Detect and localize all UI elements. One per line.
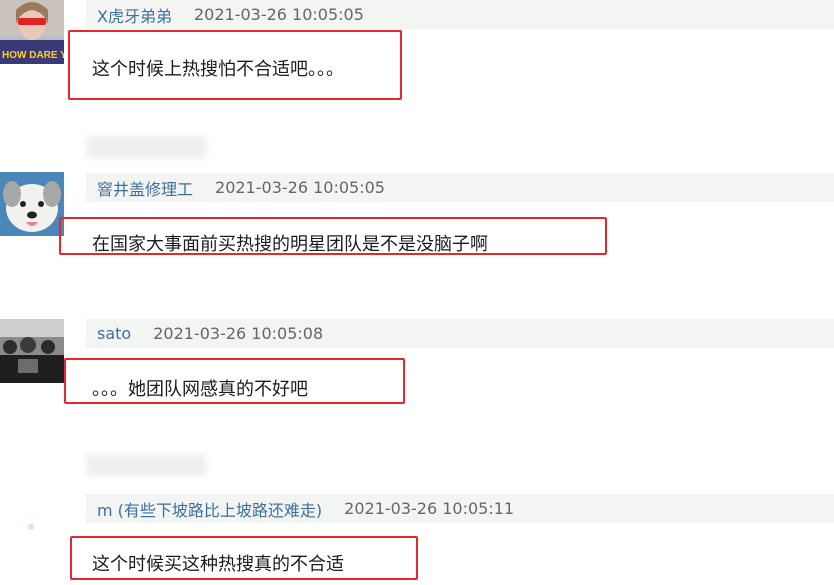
avatar[interactable] (0, 319, 64, 383)
username-link[interactable]: m (有些下坡路比上坡路还难走) (97, 497, 322, 521)
comment-timestamp: 2021-03-26 10:05:08 (153, 324, 324, 343)
comment-feed: HOW DARE Y X虎牙弟弟 2021-03-26 10:05:05 这个时… (0, 0, 834, 585)
comment-header: sato 2021-03-26 10:05:08 (86, 319, 834, 348)
blurred-username (86, 136, 206, 158)
comment-header: m (有些下坡路比上坡路还难走) 2021-03-26 10:05:11 (86, 494, 834, 523)
username-link[interactable]: sato (97, 324, 131, 343)
comment-timestamp: 2021-03-26 10:05:05 (193, 5, 364, 24)
avatar-dog-image (0, 172, 64, 236)
highlight-box (64, 358, 405, 404)
highlight-box (59, 217, 607, 255)
avatar-crowd-image (0, 319, 64, 383)
comment-header: X虎牙弟弟 2021-03-26 10:05:05 (86, 0, 834, 29)
avatar[interactable] (0, 493, 64, 557)
username-link[interactable]: X虎牙弟弟 (97, 3, 172, 27)
blurred-username (86, 454, 206, 476)
comment-timestamp: 2021-03-26 10:05:11 (344, 499, 515, 518)
avatar-caption: HOW DARE Y (2, 50, 64, 61)
highlight-box (68, 30, 402, 100)
avatar[interactable] (0, 172, 64, 236)
comment-header: 窨井盖修理工 2021-03-26 10:05:05 (86, 173, 834, 202)
username-link[interactable]: 窨井盖修理工 (97, 176, 193, 200)
avatar-blank-image (0, 493, 64, 557)
comment-timestamp: 2021-03-26 10:05:05 (215, 178, 385, 197)
highlight-box (70, 536, 418, 580)
avatar[interactable]: HOW DARE Y (0, 0, 64, 64)
avatar-girl-image: HOW DARE Y (0, 0, 64, 64)
